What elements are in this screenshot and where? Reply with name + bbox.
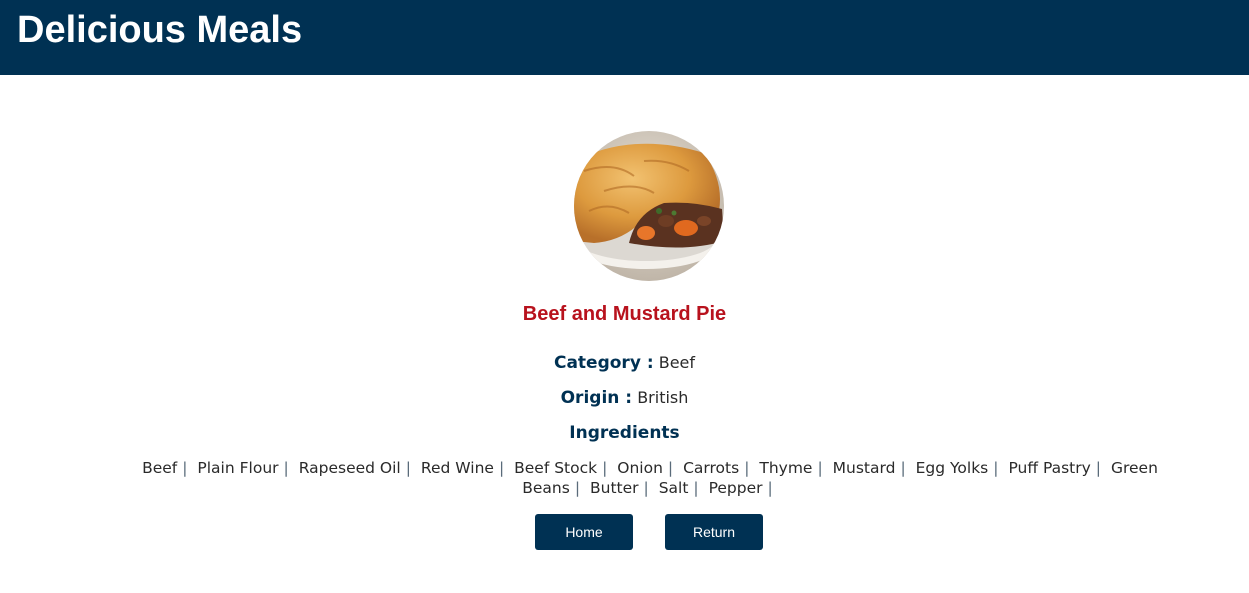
ingredient-list: Beef Plain Flour Rapeseed Oil Red Wine B…	[110, 458, 1190, 498]
ingredient-item: Beef Stock	[514, 459, 612, 477]
ingredient-item: Pepper	[709, 479, 778, 497]
pie-photo-icon	[574, 131, 724, 281]
ingredient-item: Rapeseed Oil	[299, 459, 416, 477]
site-header: Delicious Meals	[0, 0, 1249, 75]
ingredient-item: Puff Pastry	[1008, 459, 1106, 477]
ingredient-item: Red Wine	[421, 459, 509, 477]
ingredient-item: Carrots	[683, 459, 754, 477]
ingredient-item: Onion	[617, 459, 678, 477]
site-title[interactable]: Delicious Meals	[17, 8, 302, 52]
category-value: Beef	[658, 353, 696, 372]
ingredient-item: Salt	[659, 479, 704, 497]
origin-value: British	[637, 388, 689, 407]
meal-image	[574, 131, 724, 281]
ingredient-item: Mustard	[833, 459, 911, 477]
ingredient-item: Thyme	[759, 459, 827, 477]
ingredient-item: Beef	[142, 459, 192, 477]
meal-name: Beef and Mustard Pie	[522, 303, 727, 325]
return-button[interactable]: Return	[665, 514, 763, 550]
ingredient-item: Egg Yolks	[916, 459, 1004, 477]
ingredient-item: Butter	[590, 479, 654, 497]
origin-label: Origin :	[560, 388, 633, 408]
home-button[interactable]: Home	[535, 514, 633, 550]
category-label: Category :	[553, 353, 654, 373]
category-line: Category : Beef	[0, 352, 1249, 374]
origin-line: Origin : British	[0, 387, 1249, 409]
ingredients-heading: Ingredients	[569, 423, 680, 443]
ingredient-item: Plain Flour	[197, 459, 293, 477]
